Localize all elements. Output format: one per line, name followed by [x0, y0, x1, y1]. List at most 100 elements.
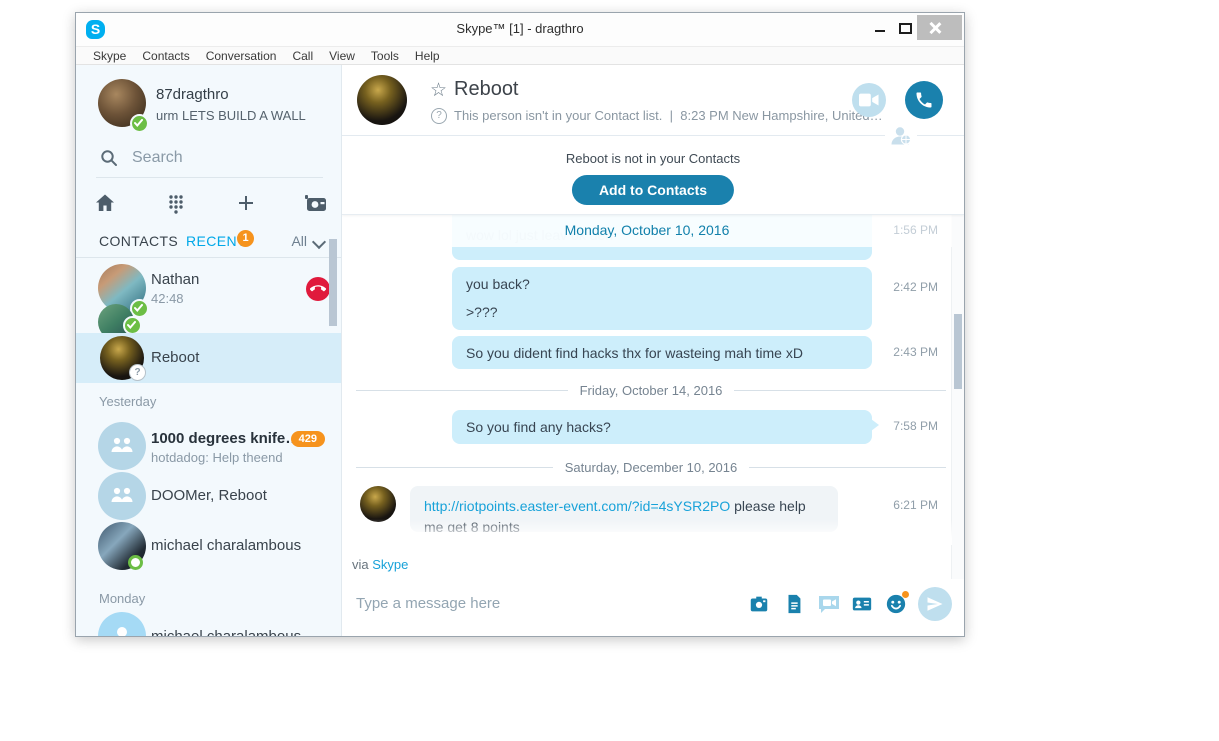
menu-skype[interactable]: Skype: [93, 49, 126, 63]
menu-contacts[interactable]: Contacts: [142, 49, 189, 63]
chat-scrollbar[interactable]: [954, 314, 962, 389]
message-bubble-outgoing: So you dident find hacks thx for wastein…: [452, 336, 872, 369]
send-photo-icon[interactable]: [748, 593, 770, 615]
list-item-partial[interactable]: michael charalambous: [76, 612, 341, 636]
contact-name: Nathan: [151, 271, 200, 288]
emoticon-notification-dot: [902, 591, 909, 598]
menu-tools[interactable]: Tools: [371, 49, 399, 63]
my-username[interactable]: 87dragthro: [156, 86, 229, 103]
group-avatar: [98, 422, 146, 470]
add-contact-banner: Reboot is not in your Contacts Add to Co…: [342, 135, 964, 215]
profile-globe-icon: [885, 124, 917, 148]
group-avatar: [98, 472, 146, 520]
menu-call[interactable]: Call: [292, 49, 313, 63]
section-label-monday: Monday: [99, 591, 146, 606]
contact-name: Reboot: [454, 78, 519, 100]
chevron-down-icon[interactable]: [311, 234, 327, 250]
date-label: Saturday, December 10, 2016: [564, 459, 738, 475]
sender-avatar: [360, 486, 396, 522]
divider-line: [356, 466, 553, 468]
message-time: 2:43 PM: [893, 345, 938, 359]
separator: |: [669, 108, 674, 123]
contact-avatar[interactable]: [357, 75, 407, 125]
end-call-icon[interactable]: [306, 277, 330, 301]
menu-bar: Skype Contacts Conversation Call View To…: [76, 46, 964, 65]
not-in-contacts-notice: This person isn't in your Contact list.: [454, 108, 663, 123]
message-input[interactable]: [354, 594, 688, 613]
menu-conversation[interactable]: Conversation: [206, 49, 277, 63]
contact-name: Reboot: [151, 349, 200, 366]
filter-all-dropdown[interactable]: All: [291, 233, 307, 249]
add-to-contacts-button[interactable]: Add to Contacts: [571, 175, 735, 205]
message-time: 1:56 PM: [893, 223, 938, 237]
search-icon: [100, 149, 118, 167]
online-status-icon: [123, 316, 142, 333]
contact-presence: 8:23 PM New Hampshire, United…: [680, 108, 883, 123]
recent-unread-badge: 1: [237, 230, 254, 247]
via-skype-link[interactable]: Skype: [372, 557, 408, 572]
chat-header: ☆ Reboot ? This person isn't in your Con…: [342, 65, 964, 148]
emoticon-icon[interactable]: [885, 591, 909, 615]
section-label-yesterday: Yesterday: [99, 394, 157, 409]
conversation-name: DOOMer, Reboot: [151, 487, 267, 504]
conversation-list: Nathan 42:48 ? Reboot Yesterday 1000 deg…: [76, 257, 341, 636]
video-message-icon[interactable]: [817, 593, 839, 615]
send-message-button[interactable]: [918, 587, 952, 621]
dialpad-icon[interactable]: [164, 191, 190, 217]
maximize-icon[interactable]: [899, 23, 912, 34]
message-link[interactable]: http://riotpoints.easter-event.com/?id=4…: [424, 498, 730, 514]
search-input[interactable]: [130, 145, 314, 171]
avatar: [98, 612, 146, 636]
message-bubble-outgoing: So you find any hacks?: [452, 410, 879, 444]
chat-panel: ☆ Reboot ? This person isn't in your Con…: [342, 65, 964, 636]
via-prefix: via: [352, 557, 369, 572]
message-time: 7:58 PM: [893, 419, 938, 433]
message-preview: hotdadog: Help theend: [151, 450, 283, 465]
home-icon[interactable]: [93, 191, 119, 217]
menu-view[interactable]: View: [329, 49, 355, 63]
tab-contacts[interactable]: CONTACTS: [99, 233, 178, 249]
question-icon: ?: [431, 108, 447, 124]
titlebar: S Skype™ [1] - dragthro: [76, 13, 964, 46]
message-text: >???: [466, 304, 498, 320]
list-item-nathan[interactable]: Nathan 42:48: [76, 258, 341, 333]
my-mood-message[interactable]: urm LETS BUILD A WALL: [156, 108, 306, 123]
message-input-row: [342, 579, 964, 636]
send-file-icon[interactable]: [783, 593, 805, 615]
skype-window: S Skype™ [1] - dragthro Skype Contacts C…: [75, 12, 965, 637]
message-bubble-outgoing: you back? >???: [452, 267, 872, 330]
divider-line: [734, 389, 946, 391]
minimize-icon[interactable]: [875, 30, 885, 32]
menu-help[interactable]: Help: [415, 49, 440, 63]
close-icon[interactable]: [917, 15, 962, 40]
message-time: 2:42 PM: [893, 280, 938, 294]
sticky-date-header: Monday, October 10, 2016 1:56 PM: [342, 214, 952, 247]
add-contact-icon[interactable]: [234, 191, 260, 217]
message-text: So you find any hacks?: [466, 419, 611, 435]
chat-scrollbar-track[interactable]: [951, 214, 964, 579]
conversation-name: 1000 degrees knife…: [151, 430, 301, 447]
divider-line: [749, 466, 947, 468]
date-divider: Saturday, December 10, 2016: [356, 458, 947, 476]
list-item-knife-group[interactable]: 1000 degrees knife… 429 hotdadog: Help t…: [76, 421, 341, 471]
send-contact-icon[interactable]: [851, 593, 873, 615]
divider-line: [356, 389, 568, 391]
call-phones-icon[interactable]: [302, 191, 328, 217]
list-item-michael[interactable]: michael charalambous: [76, 521, 341, 571]
unknown-status-icon: ?: [129, 364, 146, 381]
away-status-icon: [128, 555, 143, 570]
unread-count-badge: 429: [290, 431, 325, 447]
voice-call-button[interactable]: [905, 81, 943, 119]
divider: [96, 177, 323, 178]
video-call-button[interactable]: [852, 83, 886, 117]
window-title: Skype™ [1] - dragthro: [456, 21, 584, 36]
sidebar-scrollbar[interactable]: [329, 239, 337, 326]
via-label: via Skype: [352, 557, 408, 572]
contact-name: michael charalambous: [151, 537, 302, 554]
favorite-star-icon[interactable]: ☆: [430, 79, 447, 102]
list-item-doomer-group[interactable]: DOOMer, Reboot: [76, 471, 341, 521]
banner-text: Reboot is not in your Contacts: [565, 151, 741, 166]
message-text: So you dident find hacks thx for wastein…: [466, 344, 803, 361]
message-history: wow lol just leav ok den Monday, October…: [342, 214, 964, 580]
list-item-reboot[interactable]: ? Reboot: [76, 333, 341, 383]
